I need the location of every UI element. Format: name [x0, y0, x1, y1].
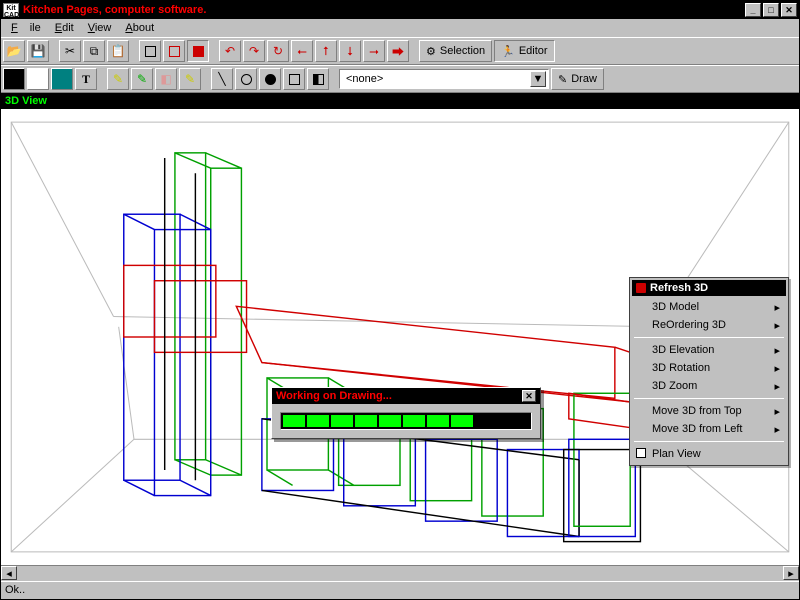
editor-label: Editor [519, 45, 548, 57]
eraser-icon[interactable]: ◧ [155, 68, 177, 90]
toolbar-secondary: T ✎ ✎ ◧ ✎ ╲ <none> ▼ ✎ Draw [1, 65, 799, 93]
text-tool-icon[interactable]: T [75, 68, 97, 90]
menu-file[interactable]: File [5, 21, 47, 35]
submenu-arrow-icon: ▸ [774, 423, 780, 436]
highlight-icon[interactable]: ✎ [179, 68, 201, 90]
draw-button[interactable]: ✎ Draw [551, 68, 604, 90]
ctx-3d-rotation[interactable]: 3D Rotation▸ [632, 359, 786, 377]
arrow-down-icon[interactable]: ⭣ [339, 40, 361, 62]
dialog-titlebar: Working on Drawing... ✕ [272, 388, 540, 404]
chevron-down-icon[interactable]: ▼ [530, 71, 546, 87]
statusbar: Ok.. [1, 581, 799, 599]
titlebar: Kit CAD Kitchen Pages, computer software… [1, 1, 799, 19]
app-icon: Kit CAD [3, 3, 19, 17]
toolbar-primary: 📂 💾 ✂ ⧉ 📋 ↶ ↷ ↻ ⭠ ⭡ ⭣ ⭢ ⮕ ⚙ Selection 🏃 … [1, 37, 799, 65]
style-combo[interactable]: <none> ▼ [339, 69, 549, 89]
pencil-icon: ✎ [558, 73, 567, 86]
paste-icon[interactable]: 📋 [107, 40, 129, 62]
separator [634, 441, 784, 442]
wire-black-icon[interactable] [139, 40, 161, 62]
submenu-arrow-icon: ▸ [774, 380, 780, 393]
app-title: Kitchen Pages, computer software. [23, 4, 206, 16]
arrow-right-icon[interactable]: ⭢ [363, 40, 385, 62]
submenu-arrow-icon: ▸ [774, 405, 780, 418]
submenu-arrow-icon: ▸ [774, 319, 780, 332]
app-window: Kit CAD Kitchen Pages, computer software… [0, 0, 800, 600]
arrow-far-right-icon[interactable]: ⮕ [387, 40, 409, 62]
swatch-white[interactable] [27, 68, 49, 90]
ctx-plan-view[interactable]: Plan View [632, 445, 786, 463]
separator [634, 398, 784, 399]
editor-button[interactable]: 🏃 Editor [494, 40, 554, 62]
square-halffill-icon[interactable] [307, 68, 329, 90]
copy-icon[interactable]: ⧉ [83, 40, 105, 62]
wire-red-icon[interactable] [163, 40, 185, 62]
save-icon[interactable]: 💾 [27, 40, 49, 62]
horizontal-scrollbar[interactable]: ◂ ▸ [1, 565, 799, 581]
open-icon[interactable]: 📂 [3, 40, 25, 62]
circle-fill-icon[interactable] [259, 68, 281, 90]
runner-icon: 🏃 [501, 45, 515, 58]
scroll-right-icon[interactable]: ▸ [783, 566, 799, 580]
scroll-left-icon[interactable]: ◂ [1, 566, 17, 580]
undo-icon[interactable]: ↶ [219, 40, 241, 62]
line-tool-icon[interactable]: ╲ [211, 68, 233, 90]
menubar: File Edit View About [1, 19, 799, 37]
square-outline-icon[interactable] [283, 68, 305, 90]
ctx-reordering-3d[interactable]: ReOrdering 3D▸ [632, 316, 786, 334]
minimize-button[interactable]: _ [745, 3, 761, 17]
submenu-arrow-icon: ▸ [774, 301, 780, 314]
selection-label: Selection [440, 45, 485, 57]
rotate-icon[interactable]: ↻ [267, 40, 289, 62]
submenu-arrow-icon: ▸ [774, 344, 780, 357]
dialog-title: Working on Drawing... [276, 390, 392, 402]
combo-value: <none> [346, 73, 383, 85]
ctx-move-from-top[interactable]: Move 3D from Top▸ [632, 402, 786, 420]
draw-label: Draw [571, 73, 597, 85]
dialog-close-button[interactable]: ✕ [522, 390, 536, 402]
menu-about[interactable]: About [119, 21, 160, 35]
swatch-black[interactable] [3, 68, 25, 90]
cut-icon[interactable]: ✂ [59, 40, 81, 62]
fill-red-icon[interactable] [187, 40, 209, 62]
ctx-3d-zoom[interactable]: 3D Zoom▸ [632, 377, 786, 395]
circle-outline-icon[interactable] [235, 68, 257, 90]
view-title: 3D View [1, 93, 799, 109]
progress-bar [280, 412, 532, 430]
close-button[interactable]: ✕ [781, 3, 797, 17]
arrow-left-icon[interactable]: ⭠ [291, 40, 313, 62]
menu-edit[interactable]: Edit [49, 21, 80, 35]
status-text: Ok.. [5, 584, 25, 596]
ctx-3d-model[interactable]: 3D Model▸ [632, 298, 786, 316]
refresh-icon [636, 283, 646, 293]
arrow-up-icon[interactable]: ⭡ [315, 40, 337, 62]
ctx-move-from-left[interactable]: Move 3D from Left▸ [632, 420, 786, 438]
submenu-arrow-icon: ▸ [774, 362, 780, 375]
selection-button[interactable]: ⚙ Selection [419, 40, 492, 62]
gear-icon: ⚙ [426, 45, 436, 58]
separator [634, 337, 784, 338]
viewport-3d[interactable]: Refresh 3D 3D Model▸ ReOrdering 3D▸ 3D E… [1, 109, 799, 565]
context-menu: Refresh 3D 3D Model▸ ReOrdering 3D▸ 3D E… [629, 277, 789, 466]
checkbox-icon [636, 448, 646, 458]
pencil-yellow-icon[interactable]: ✎ [107, 68, 129, 90]
ctx-3d-elevation[interactable]: 3D Elevation▸ [632, 341, 786, 359]
maximize-button[interactable]: □ [763, 3, 779, 17]
swatch-teal[interactable] [51, 68, 73, 90]
redo-icon[interactable]: ↷ [243, 40, 265, 62]
context-menu-title: Refresh 3D [632, 280, 786, 296]
menu-view[interactable]: View [82, 21, 118, 35]
progress-dialog: Working on Drawing... ✕ [271, 387, 541, 439]
pencil-green-icon[interactable]: ✎ [131, 68, 153, 90]
